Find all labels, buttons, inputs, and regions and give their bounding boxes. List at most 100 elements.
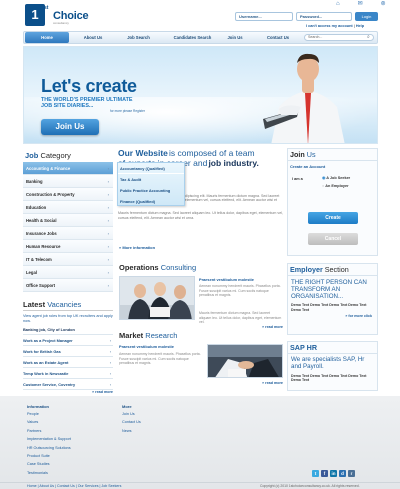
home-icon[interactable]: ⌂ [336, 1, 340, 7]
more-info-label: More information [122, 245, 156, 250]
vacancy-item[interactable]: Work as an Estate Agent › [23, 357, 113, 368]
create-account-label: Create an Account [290, 164, 326, 169]
nav-job-search[interactable]: Job Search [116, 32, 161, 43]
dropdown-item[interactable]: Accountancy (Qualified) [118, 163, 184, 174]
footer-info-list: People Values Partners Implementation & … [27, 410, 71, 477]
vacancy-item[interactable]: Temp Work in Newcastle › [23, 368, 113, 379]
create-button[interactable]: Create [308, 212, 358, 224]
market-read-more[interactable]: » read more [245, 381, 283, 386]
no-account-link[interactable]: I can't access my account [306, 24, 353, 28]
latest-heading-a: Latest [23, 300, 46, 309]
vacancy-label: Temp Work in Newcastle [23, 370, 69, 376]
nav-home[interactable]: Home [25, 32, 69, 43]
footer-link[interactable]: Values [27, 418, 71, 426]
latest-read-more[interactable]: » read more [23, 390, 113, 395]
search-icon[interactable]: ⌕ [367, 34, 370, 41]
vacancy-label: Work as a Project Manager [23, 337, 73, 343]
footer-link[interactable]: HR Outsourcing Solutions [27, 444, 71, 452]
nav-about-us[interactable]: About Us [72, 32, 114, 43]
rss-icon[interactable]: r [348, 470, 355, 477]
more-info-link[interactable]: » More information [119, 245, 155, 250]
chevron-right-icon: › [107, 283, 109, 288]
vacancy-item[interactable]: Banking job, City of London [23, 324, 113, 335]
category-label: Human Resource [26, 244, 61, 249]
category-item[interactable]: Legal › [23, 266, 113, 279]
category-item[interactable]: Banking › [23, 175, 113, 188]
operations-heading-a: Operations [119, 263, 159, 272]
cancel-button[interactable]: Cancel [308, 233, 358, 245]
operations-read-more[interactable]: » read more [245, 325, 283, 330]
chevron-right-icon: › [107, 179, 109, 184]
footer-link[interactable]: Case Studies [27, 460, 71, 468]
rss-icon[interactable]: ⊚ [381, 1, 386, 7]
vacancy-item[interactable]: Work as a Project Manager › [23, 335, 113, 346]
hero-title: Let's create [41, 76, 137, 96]
username-input[interactable]: Username... [235, 12, 293, 21]
twitter-icon[interactable]: t [312, 470, 319, 477]
nav-join-us[interactable]: Join Us [224, 32, 246, 43]
hero-banner: Let's create THE WORLD'S PREMIER ULTIMAT… [23, 46, 378, 144]
footer-bottom-links[interactable]: Home | About Us | Contact Us | Our Servi… [27, 484, 121, 489]
employer-more-label: for more click [348, 314, 372, 319]
footer-link[interactable]: News [122, 427, 141, 435]
footer-link[interactable]: Product Suite [27, 452, 71, 460]
category-item[interactable]: Insurance Jobs › [23, 227, 113, 240]
latest-vacancies-heading: Latest Vacancies [23, 299, 113, 311]
operations-heading-b: Consulting [160, 263, 197, 272]
category-item[interactable]: Construction & Property › [23, 188, 113, 201]
category-label: Health & Social [26, 218, 57, 223]
vacancy-label: Work as an Estate Agent [23, 359, 69, 365]
login-button[interactable]: Login [355, 12, 378, 21]
chevron-right-icon: › [107, 218, 109, 223]
category-item[interactable]: Office Support › [23, 279, 113, 292]
help-link[interactable]: Help [356, 24, 364, 28]
sap-heading: SAP HR [288, 342, 377, 354]
employer-more-link[interactable]: » for more click [288, 313, 377, 320]
category-item[interactable]: Education › [23, 201, 113, 214]
footer-link[interactable]: Implementation & Support [27, 435, 71, 443]
operations-subtitle: Praesent vestibulum molestie [199, 277, 254, 282]
nav-candidates-search[interactable]: Candidates Search [161, 32, 224, 43]
footer-bottom-bar: Home | About Us | Contact Us | Our Servi… [0, 482, 400, 489]
hero-join-button[interactable]: Join Us [41, 119, 99, 135]
nav-contact-us[interactable]: Contact Us [261, 32, 295, 43]
search-input[interactable]: Search... [304, 34, 374, 41]
i-am-label: I am a [292, 177, 303, 181]
radio-employer[interactable]: ○ An Employer [322, 184, 349, 189]
sap-slogan: We are specialists SAP, Hr and Payroll. [291, 356, 365, 370]
category-item[interactable]: Health & Social › [23, 214, 113, 227]
category-item[interactable]: Accounting & Finance › [23, 162, 113, 175]
dropdown-item[interactable]: Tax & Audit [118, 174, 184, 185]
welcome-title-line2-b: job industry. [208, 158, 259, 169]
mail-icon[interactable]: ✉ [358, 1, 363, 7]
vacancy-item[interactable]: Work for British Gas › [23, 346, 113, 357]
dropdown-item[interactable]: Finance (Qualified) [118, 196, 184, 207]
password-input[interactable]: Password... [296, 12, 352, 21]
category-label: Insurance Jobs [26, 231, 57, 236]
footer-link[interactable]: Join Us [122, 410, 141, 418]
market-subtitle: Praesent vestibulum molestie [119, 344, 174, 349]
sap-demo-text: Demo Text Demo Text Demo Text Demo Text … [291, 373, 367, 383]
facebook-icon[interactable]: f [321, 470, 328, 477]
chevron-right-icon: › [107, 257, 109, 262]
category-item[interactable]: Human Resource › [23, 240, 113, 253]
dropdown-item[interactable]: Public Practice Accounting [118, 185, 184, 196]
employer-heading: Employer Section [288, 264, 377, 276]
vacancy-item[interactable]: Customer Service, Coventry › [23, 379, 113, 390]
radio-employer-label: An Employer [325, 184, 349, 188]
job-category-heading: Job Category [23, 150, 113, 162]
employer-heading-a: Employer [290, 265, 323, 274]
footer-link[interactable]: Testimonials [27, 469, 71, 477]
join-heading-b: Us [306, 150, 316, 159]
footer-link[interactable]: Contact Us [122, 418, 141, 426]
footer-link[interactable]: Partners [27, 427, 71, 435]
footer-link[interactable]: People [27, 410, 71, 418]
page: 1 st Choice consultancy ⌂ ✉ ⊚ Username... … [0, 0, 400, 489]
linkedin-icon[interactable]: in [330, 470, 337, 477]
category-item[interactable]: IT & Telecom › [23, 253, 113, 266]
digg-icon[interactable]: d [339, 470, 346, 477]
radio-job-seeker[interactable]: ◉ A Job Seeker [322, 176, 350, 181]
operations-text-2: Mauris fermentum dictum magna. Sed laore… [199, 311, 282, 325]
hero-tagline: for more please Register [110, 109, 145, 113]
logo[interactable]: 1 st Choice consultancy [25, 4, 95, 28]
